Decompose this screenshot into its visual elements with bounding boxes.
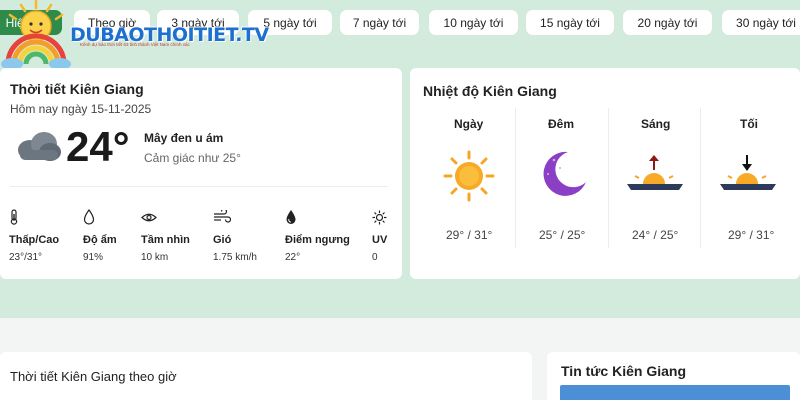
site-logo[interactable]: DUBAOTHOITIET.TV Kênh dự báo thời tiết 6… xyxy=(0,0,269,72)
divider xyxy=(515,108,516,248)
stat-value: 0 xyxy=(372,252,378,263)
period-temperature: 29° / 31° xyxy=(728,228,775,242)
period-temperature: 24° / 25° xyxy=(632,228,679,242)
period-label: Tối xyxy=(740,117,758,131)
period-label: Sáng xyxy=(641,117,671,131)
hourly-title: Thời tiết Kiên Giang theo giờ xyxy=(10,369,177,384)
tab-10-days[interactable]: 10 ngày tới xyxy=(429,10,518,35)
stat-label: Điểm ngưng xyxy=(285,234,350,246)
stat-value: 91% xyxy=(83,252,104,263)
sunset-icon xyxy=(720,155,776,190)
stat-label: Thấp/Cao xyxy=(9,234,60,246)
moon-icon xyxy=(543,151,586,196)
temperature-card: Nhiệt độ Kiên Giang Ngày 29° / 31° Đêm 2… xyxy=(410,68,800,279)
tab-7-days[interactable]: 7 ngày tới xyxy=(340,10,419,35)
thermometer-icon xyxy=(10,209,18,225)
uv-sun-icon xyxy=(372,210,387,225)
logo-tagline: Kênh dự báo thời tiết 63 tỉnh thành Việt… xyxy=(80,42,190,47)
current-date: Hôm nay ngày 15-11-2025 xyxy=(10,102,152,116)
stat-label: UV xyxy=(372,234,388,246)
current-temperature: 24° xyxy=(66,123,130,170)
eye-icon xyxy=(141,213,157,222)
stat-label: Độ ẩm xyxy=(83,234,117,246)
stat-value: 10 km xyxy=(141,252,169,263)
stat-value: 1.75 km/h xyxy=(213,252,257,263)
sun-icon xyxy=(443,150,495,202)
sunrise-icon xyxy=(627,155,683,190)
divider xyxy=(608,108,609,248)
cloud-icon xyxy=(18,132,61,161)
tab-15-days[interactable]: 15 ngày tới xyxy=(526,10,614,35)
humidity-drop-icon xyxy=(83,209,95,225)
current-weather-title: Thời tiết Kiên Giang xyxy=(10,81,144,97)
period-label: Ngày xyxy=(454,117,484,131)
stat-value: 22° xyxy=(285,252,301,263)
feels-like: Cảm giác như 25° xyxy=(144,151,241,165)
news-title: Tin tức Kiên Giang xyxy=(561,363,687,379)
divider xyxy=(700,108,701,248)
weather-condition: Mây đen u ám xyxy=(144,131,224,145)
divider xyxy=(10,186,388,187)
tab-20-days[interactable]: 20 ngày tới xyxy=(623,10,712,35)
period-label: Đêm xyxy=(548,117,575,131)
news-card: Tin tức Kiên Giang xyxy=(547,352,800,400)
stat-label: Gió xyxy=(213,234,232,246)
period-temperature: 29° / 31° xyxy=(446,228,493,242)
temperature-title: Nhiệt độ Kiên Giang xyxy=(423,83,557,99)
period-temperature: 25° / 25° xyxy=(539,228,586,242)
stat-label: Tầm nhìn xyxy=(141,234,190,246)
stat-value: 23°/31° xyxy=(9,252,43,263)
current-weather-card: Thời tiết Kiên Giang Hôm nay ngày 15-11-… xyxy=(0,68,402,279)
rainbow-sun-logo-icon xyxy=(1,0,71,70)
news-thumbnail[interactable] xyxy=(560,385,790,400)
hourly-weather-card: Thời tiết Kiên Giang theo giờ xyxy=(0,352,532,400)
tab-30-days[interactable]: 30 ngày tới xyxy=(722,10,800,35)
dew-point-icon xyxy=(286,210,296,224)
wind-icon xyxy=(214,210,231,223)
